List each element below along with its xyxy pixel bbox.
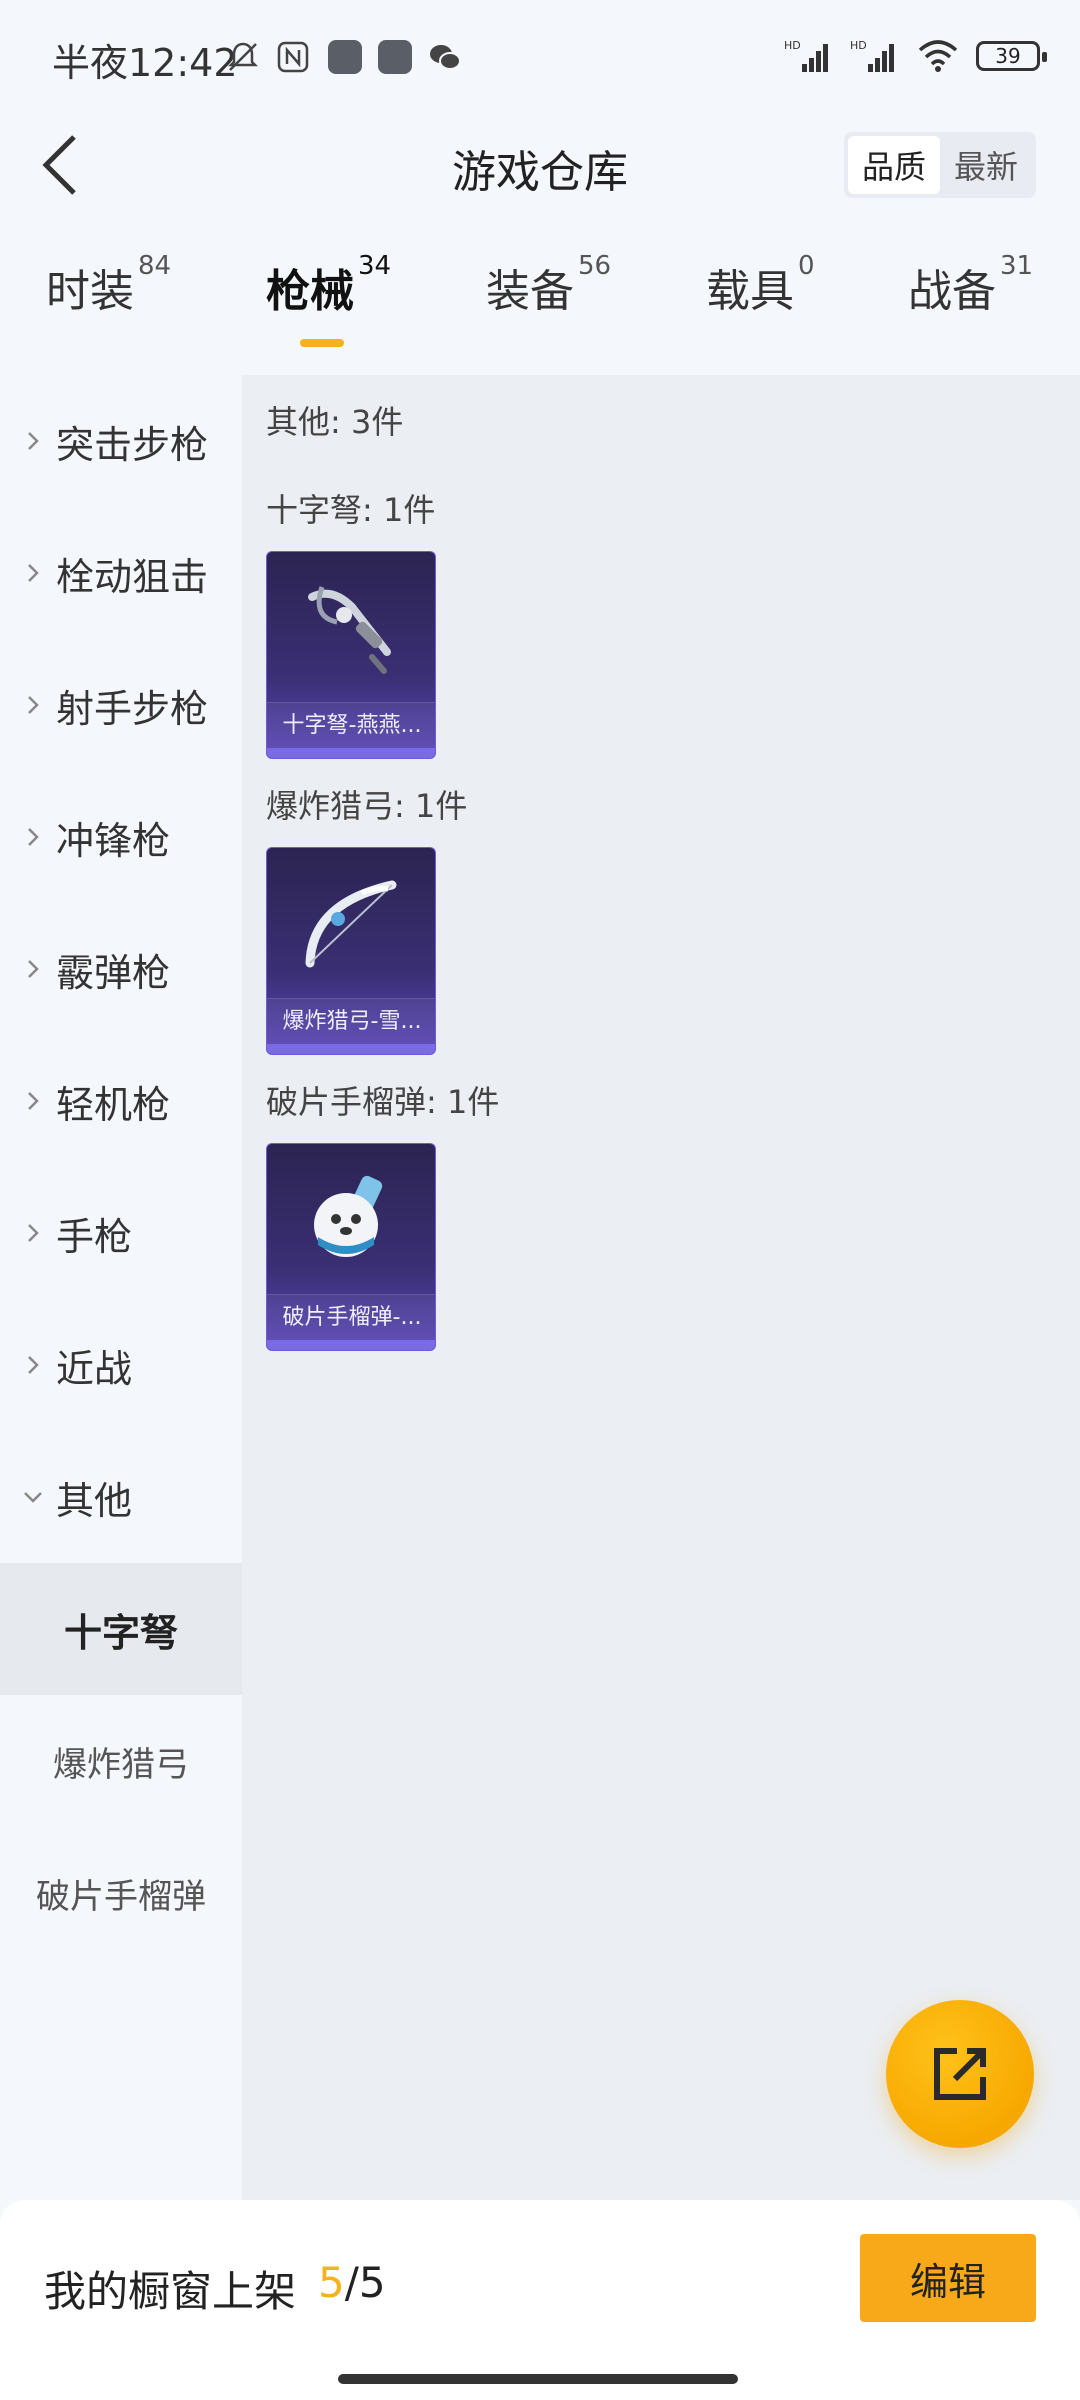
chevron-right-icon — [18, 1354, 48, 1376]
chevron-down-icon — [18, 1490, 48, 1504]
sidebar-item-assault-rifle[interactable]: 突击步枪 — [0, 375, 242, 507]
item-name: 破片手榴弹-... — [267, 1294, 435, 1340]
tab-count: 34 — [358, 251, 392, 281]
tab-equipment[interactable]: 装备 56 — [486, 251, 611, 355]
header: 游戏仓库 品质 最新 — [0, 110, 1080, 220]
showcase-label: 我的橱窗上架 — [44, 2267, 297, 2316]
share-fab-button[interactable] — [886, 2000, 1034, 2148]
tab-fashion[interactable]: 时装 84 — [46, 251, 171, 355]
showcase-count: 5/5 — [318, 2258, 386, 2307]
nfc-icon — [277, 41, 309, 73]
sidebar-item-label: 近战 — [56, 1346, 133, 1391]
sidebar-subitem-explosive-bow[interactable]: 爆炸猎弓 — [0, 1695, 242, 1827]
external-link-icon — [934, 2048, 986, 2100]
item-card-frag-grenade[interactable]: 破片手榴弹-... — [266, 1143, 436, 1351]
tab-label: 枪械 — [266, 266, 354, 317]
section-heading: 爆炸猎弓: 1件 — [266, 787, 468, 825]
sidebar-item-label: 突击步枪 — [56, 422, 209, 467]
chevron-right-icon — [18, 430, 48, 452]
sidebar-item-label: 手枪 — [56, 1214, 133, 1259]
item-card-crossbow[interactable]: 十字弩-燕燕... — [266, 551, 436, 759]
tab-count: 31 — [1000, 251, 1034, 281]
sidebar-item-label: 冲锋枪 — [56, 818, 171, 863]
sidebar-item-label: 轻机枪 — [56, 1082, 171, 1127]
wechat-icon — [430, 45, 461, 70]
svg-text:HD: HD — [850, 39, 867, 52]
crossbow-icon — [267, 552, 435, 702]
tab-count: 84 — [138, 251, 172, 281]
chevron-right-icon — [18, 826, 48, 848]
hd-signal-icon: HD — [850, 39, 894, 72]
category-sidebar: 突击步枪 栓动狙击 射手步枪 冲锋枪 霰弹枪 轻机枪 手枪 近战 其他 十字弩 … — [0, 375, 242, 2200]
sidebar-item-smg[interactable]: 冲锋枪 — [0, 771, 242, 903]
status-bar: 半夜12:42 HD HD 39 — [0, 0, 1080, 110]
sidebar-item-other[interactable]: 其他 — [0, 1431, 242, 1563]
item-card-explosive-bow[interactable]: 爆炸猎弓-雪... — [266, 847, 436, 1055]
showcase-current: 5 — [318, 2258, 345, 2307]
tab-label: 装备 — [486, 266, 574, 317]
edit-button[interactable]: 编辑 — [860, 2234, 1036, 2322]
category-tabs: 时装 84 枪械 34 装备 56 载具 0 战备 31 — [0, 251, 1080, 365]
sidebar-item-label: 栓动狙击 — [56, 554, 209, 599]
showcase-total: 5 — [358, 2258, 386, 2307]
sidebar-item-pistol[interactable]: 手枪 — [0, 1167, 242, 1299]
sort-toggle: 品质 最新 — [844, 132, 1036, 198]
sidebar-item-bolt-sniper[interactable]: 栓动狙击 — [0, 507, 242, 639]
bottom-bar: 我的橱窗上架 5/5 编辑 — [0, 2200, 1080, 2400]
home-indicator[interactable] — [338, 2374, 738, 2384]
tab-label: 时装 — [46, 266, 134, 317]
chevron-right-icon — [18, 1090, 48, 1112]
tab-count: 56 — [578, 251, 612, 281]
wifi-icon — [918, 40, 958, 72]
chevron-right-icon — [18, 694, 48, 716]
chevron-right-icon — [18, 562, 48, 584]
showcase-separator: / — [344, 2258, 359, 2307]
tab-vehicles[interactable]: 载具 0 — [706, 251, 815, 355]
active-tab-indicator — [300, 339, 344, 347]
tab-combat-gear[interactable]: 战备 31 — [908, 251, 1033, 355]
item-name: 十字弩-燕燕... — [267, 702, 435, 748]
battery-level: 39 — [995, 44, 1021, 68]
sidebar-item-label: 其他 — [56, 1478, 133, 1523]
chevron-right-icon — [18, 1222, 48, 1244]
category-summary: 其他: 3件 — [266, 403, 404, 441]
item-list-panel: 其他: 3件 十字弩: 1件 十字弩-燕燕... 爆炸猎弓: 1件 爆炸猎弓-雪… — [242, 375, 1080, 2200]
tab-label: 战备 — [908, 266, 996, 317]
tab-count: 0 — [798, 251, 815, 281]
status-time: 半夜12:42 — [52, 41, 238, 85]
chevron-right-icon — [18, 958, 48, 980]
sort-newest-button[interactable]: 最新 — [940, 136, 1032, 194]
sidebar-item-label: 射手步枪 — [56, 686, 209, 731]
sort-quality-button[interactable]: 品质 — [848, 136, 940, 194]
svg-text:HD: HD — [784, 39, 801, 52]
sidebar-item-shotgun[interactable]: 霰弹枪 — [0, 903, 242, 1035]
rarity-bar — [267, 748, 435, 758]
hd-signal-icon: HD — [784, 39, 828, 72]
sidebar-item-melee[interactable]: 近战 — [0, 1299, 242, 1431]
rarity-bar — [267, 1044, 435, 1054]
tab-label: 载具 — [706, 266, 794, 317]
app-icon — [328, 40, 362, 74]
sidebar-item-lmg[interactable]: 轻机枪 — [0, 1035, 242, 1167]
grenade-icon — [267, 1144, 435, 1294]
status-right: HD HD 39 — [784, 36, 1047, 76]
rarity-bar — [267, 1340, 435, 1350]
battery-icon: 39 — [976, 41, 1047, 71]
sidebar-item-label: 霰弹枪 — [56, 950, 171, 995]
bow-icon — [267, 848, 435, 998]
sidebar-subitem-frag-grenade[interactable]: 破片手榴弹 — [0, 1827, 242, 1959]
item-name: 爆炸猎弓-雪... — [267, 998, 435, 1044]
bell-off-icon — [227, 42, 259, 71]
section-heading: 破片手榴弹: 1件 — [266, 1083, 500, 1121]
section-heading: 十字弩: 1件 — [266, 491, 436, 529]
app-icon — [378, 40, 412, 74]
tab-firearms[interactable]: 枪械 34 — [266, 251, 391, 355]
sidebar-subitem-crossbow[interactable]: 十字弩 — [0, 1563, 242, 1695]
sidebar-item-marksman-rifle[interactable]: 射手步枪 — [0, 639, 242, 771]
